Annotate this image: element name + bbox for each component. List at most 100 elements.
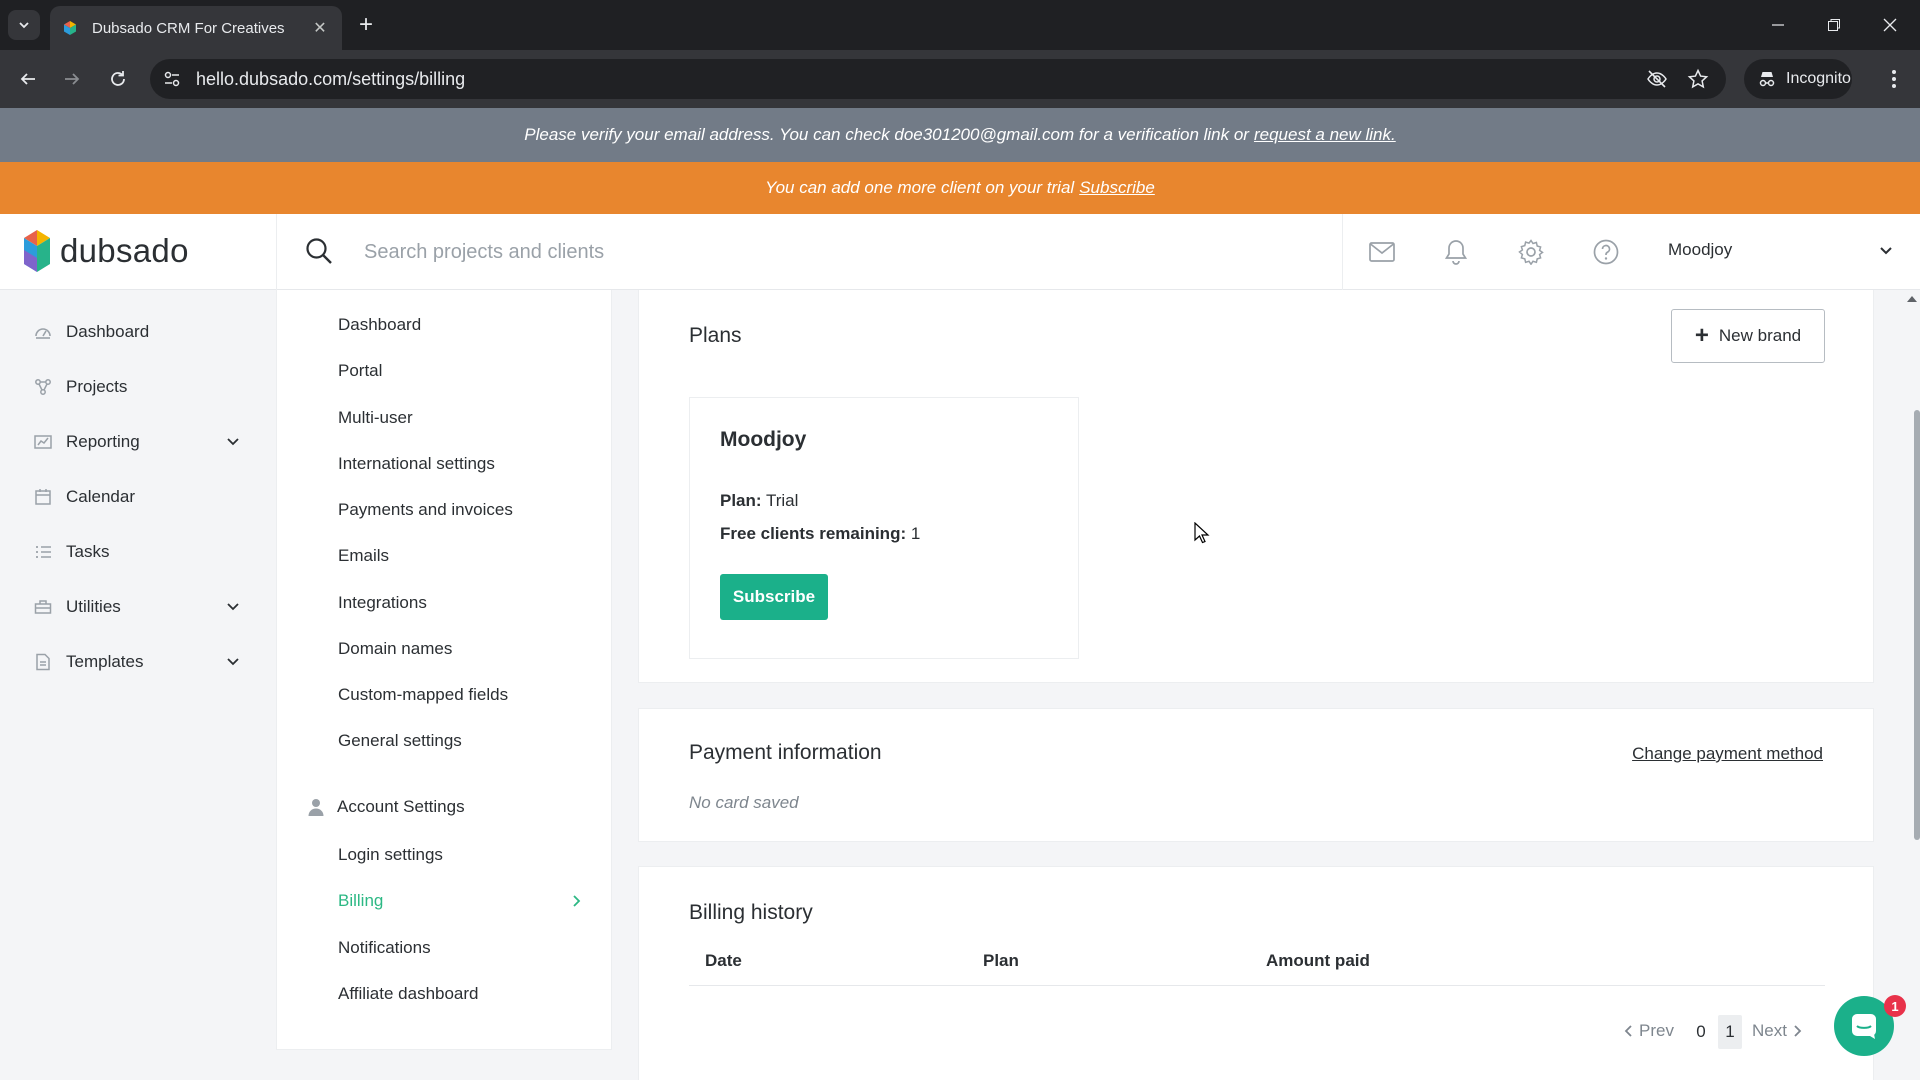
tab-title: Dubsado CRM For Creatives — [92, 19, 285, 37]
settings-item-emails[interactable]: Emails — [338, 546, 389, 566]
column-header-amount[interactable]: Amount paid — [1266, 951, 1370, 971]
header-divider-right — [1342, 214, 1343, 290]
settings-button[interactable] — [1517, 238, 1545, 266]
plan-line: Plan: Trial — [720, 491, 798, 511]
search-input[interactable] — [364, 236, 1324, 268]
settings-item-multi-user[interactable]: Multi-user — [338, 408, 413, 428]
close-icon — [1883, 18, 1897, 32]
prev-page-button[interactable]: Prev — [1624, 1021, 1674, 1041]
nav-item-reporting[interactable]: Reporting — [0, 417, 276, 467]
chevron-down-icon[interactable] — [226, 434, 240, 448]
url-text: hello.dubsado.com/settings/billing — [196, 69, 466, 89]
reporting-icon — [34, 433, 52, 451]
page-number[interactable]: 0 — [1689, 1015, 1713, 1049]
settings-item-domain-names[interactable]: Domain names — [338, 639, 452, 659]
next-page-button[interactable]: Next — [1752, 1021, 1802, 1041]
column-header-plan[interactable]: Plan — [983, 951, 1019, 971]
request-new-link[interactable]: request a new link. — [1254, 125, 1396, 145]
settings-item-integrations[interactable]: Integrations — [338, 593, 427, 613]
minimize-button[interactable] — [1758, 10, 1798, 40]
scroll-thumb[interactable] — [1914, 410, 1920, 840]
chevron-down-icon[interactable] — [226, 599, 240, 613]
settings-item-billing[interactable]: Billing — [338, 891, 383, 911]
search-icon[interactable] — [304, 236, 334, 266]
new-brand-button[interactable]: + New brand — [1671, 309, 1825, 363]
chevron-down-icon[interactable] — [226, 654, 240, 668]
chevron-down-icon[interactable] — [1878, 242, 1894, 258]
restore-icon — [1828, 19, 1840, 31]
address-bar[interactable]: hello.dubsado.com/settings/billing — [150, 59, 1726, 99]
nav-item-templates[interactable]: Templates — [0, 637, 276, 687]
settings-item-affiliate[interactable]: Affiliate dashboard — [338, 984, 479, 1004]
incognito-label: Incognito — [1786, 70, 1851, 87]
mouse-cursor-icon — [1194, 522, 1210, 544]
calendar-icon — [34, 488, 52, 506]
tab-list-button[interactable] — [8, 10, 40, 40]
subscribe-button[interactable]: Subscribe — [720, 574, 828, 620]
chevron-down-icon — [19, 22, 29, 29]
dubsado-logo[interactable]: dubsado — [22, 228, 189, 274]
nav-item-dashboard[interactable]: Dashboard — [0, 307, 276, 357]
nav-item-calendar[interactable]: Calendar — [0, 472, 276, 522]
incognito-indicator[interactable]: Incognito — [1744, 59, 1852, 99]
chat-unread-badge: 1 — [1884, 995, 1906, 1017]
prev-label: Prev — [1639, 1021, 1674, 1040]
settings-item-general[interactable]: General settings — [338, 731, 462, 751]
nav-label: Projects — [66, 377, 128, 396]
settings-item-international[interactable]: International settings — [338, 454, 495, 474]
back-button[interactable] — [12, 63, 44, 95]
site-settings-icon[interactable] — [162, 69, 182, 89]
billing-history-card: Billing history Date Plan Amount paid Pr… — [638, 866, 1874, 1080]
payment-info-card: Payment information Change payment metho… — [638, 708, 1874, 842]
nav-label: Calendar — [66, 487, 135, 506]
logo-text: dubsado — [60, 232, 189, 269]
envelope-icon — [1369, 242, 1395, 262]
browser-tab[interactable]: Dubsado CRM For Creatives ✕ — [50, 6, 342, 50]
dubsado-favicon-icon — [64, 21, 76, 35]
settings-item-portal[interactable]: Portal — [338, 361, 382, 381]
settings-item-payments[interactable]: Payments and invoices — [338, 500, 513, 520]
arrow-left-icon — [20, 73, 35, 85]
column-header-date[interactable]: Date — [705, 951, 742, 971]
forward-button[interactable] — [56, 63, 88, 95]
reload-button[interactable] — [102, 63, 134, 95]
browser-tab-bar: Dubsado CRM For Creatives ✕ + — [0, 0, 1920, 50]
nav-label: Utilities — [66, 597, 121, 616]
account-name[interactable]: Moodjoy — [1668, 240, 1732, 260]
page-number-current[interactable]: 1 — [1718, 1015, 1742, 1049]
settings-menu: Dashboard Portal Multi-user Internationa… — [276, 290, 612, 1050]
arrow-right-icon — [65, 73, 80, 85]
nav-item-tasks[interactable]: Tasks — [0, 527, 276, 577]
restore-button[interactable] — [1814, 10, 1854, 40]
eye-slash-icon[interactable] — [1646, 68, 1668, 90]
plans-card: Plans + New brand Moodjoy Plan: Trial Fr… — [638, 290, 1874, 683]
settings-item-dashboard[interactable]: Dashboard — [338, 315, 421, 335]
chevron-right-icon — [1794, 1025, 1802, 1037]
star-icon[interactable] — [1687, 68, 1709, 90]
templates-icon — [34, 653, 52, 671]
messages-button[interactable] — [1368, 238, 1396, 266]
nav-item-utilities[interactable]: Utilities — [0, 582, 276, 632]
notifications-button[interactable] — [1442, 238, 1470, 266]
tab-close-icon[interactable]: ✕ — [310, 18, 330, 38]
trial-subscribe-link[interactable]: Subscribe — [1079, 178, 1155, 198]
nav-item-projects[interactable]: Projects — [0, 362, 276, 412]
browser-toolbar: hello.dubsado.com/settings/billing Incog… — [0, 50, 1920, 108]
chat-icon — [1852, 1014, 1876, 1039]
gear-icon — [1518, 239, 1544, 265]
help-button[interactable] — [1592, 238, 1620, 266]
browser-menu-button[interactable] — [1880, 63, 1908, 95]
tasks-icon — [34, 543, 52, 561]
new-tab-button[interactable]: + — [352, 12, 380, 40]
close-window-button[interactable] — [1870, 10, 1910, 40]
settings-item-login[interactable]: Login settings — [338, 845, 443, 865]
payment-info-title: Payment information — [689, 741, 882, 764]
settings-item-notifications[interactable]: Notifications — [338, 938, 431, 958]
projects-icon — [34, 378, 52, 396]
app-header: dubsado Moodjoy — [0, 214, 1920, 290]
nav-label: Tasks — [66, 542, 110, 561]
scroll-up-icon[interactable] — [1906, 294, 1918, 304]
change-payment-method-link[interactable]: Change payment method — [1632, 744, 1823, 764]
no-card-text: No card saved — [689, 793, 799, 812]
settings-item-custom-fields[interactable]: Custom-mapped fields — [338, 685, 508, 705]
